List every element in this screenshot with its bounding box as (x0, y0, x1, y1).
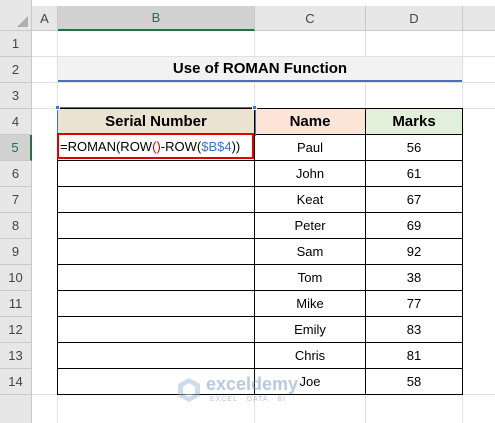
marks-cell[interactable]: 77 (366, 291, 463, 317)
sheet-title[interactable]: Use of ROMAN Function (58, 57, 462, 82)
row-header-5[interactable]: 5 (0, 135, 32, 161)
serial-cell[interactable] (58, 291, 255, 317)
marks-cell[interactable]: 67 (366, 187, 463, 213)
column-header-blank[interactable] (463, 6, 495, 31)
name-cell[interactable]: Sam (255, 239, 366, 265)
name-cell[interactable]: Peter (255, 213, 366, 239)
marks-cell[interactable]: 58 (366, 369, 463, 395)
header-marks[interactable]: Marks (366, 109, 463, 135)
formula-middle: -ROW( (160, 138, 202, 154)
column-header-b[interactable]: B (58, 6, 255, 31)
watermark-tagline: EXCEL · DATA · BI (210, 396, 286, 403)
watermark-name: exceldemy (206, 374, 299, 394)
marks-cell[interactable]: 61 (366, 161, 463, 187)
select-all-triangle-icon (17, 16, 28, 27)
serial-cell[interactable] (58, 265, 255, 291)
name-cell[interactable]: Keat (255, 187, 366, 213)
row-header-2[interactable]: 2 (0, 57, 32, 83)
serial-cell[interactable] (58, 187, 255, 213)
exceldemy-logo-icon (178, 378, 200, 402)
row-header-11[interactable]: 11 (0, 291, 32, 317)
formula-prefix: =ROMAN(ROW (60, 138, 153, 154)
marks-cell[interactable]: 83 (366, 317, 463, 343)
serial-cell[interactable] (58, 343, 255, 369)
serial-cell[interactable] (58, 317, 255, 343)
name-cell[interactable]: Mike (255, 291, 366, 317)
name-cell[interactable]: Paul (255, 135, 366, 161)
row-header-9[interactable]: 9 (0, 239, 32, 265)
serial-cell[interactable] (58, 161, 255, 187)
row-header-14[interactable]: 14 (0, 369, 32, 395)
row-header-10[interactable]: 10 (0, 265, 32, 291)
name-cell[interactable]: John (255, 161, 366, 187)
marks-cell[interactable]: 92 (366, 239, 463, 265)
row-header-3[interactable]: 3 (0, 83, 32, 109)
column-header-d[interactable]: D (366, 6, 463, 31)
formula-reference: $B$4 (201, 138, 232, 154)
marks-cell[interactable]: 69 (366, 213, 463, 239)
gridline-h (32, 82, 495, 83)
selection-outline (57, 107, 256, 136)
row-header-6[interactable]: 6 (0, 161, 32, 187)
name-cell[interactable]: Chris (255, 343, 366, 369)
row-header-7[interactable]: 7 (0, 187, 32, 213)
row-header-12[interactable]: 12 (0, 317, 32, 343)
row-header-8[interactable]: 8 (0, 213, 32, 239)
row-header-13[interactable]: 13 (0, 343, 32, 369)
row-header-4[interactable]: 4 (0, 109, 32, 135)
selection-handle[interactable] (252, 105, 257, 110)
marks-cell[interactable]: 56 (366, 135, 463, 161)
formula-suffix: )) (231, 138, 241, 154)
formula-input-b5[interactable]: =ROMAN(ROW() -ROW($B$4)) (57, 133, 254, 159)
row-header-blank[interactable] (0, 395, 32, 423)
marks-cell[interactable]: 81 (366, 343, 463, 369)
serial-cell[interactable] (58, 239, 255, 265)
name-cell[interactable]: Tom (255, 265, 366, 291)
serial-cell[interactable] (58, 213, 255, 239)
header-name[interactable]: Name (255, 109, 366, 135)
name-cell[interactable]: Emily (255, 317, 366, 343)
selection-handle[interactable] (55, 105, 60, 110)
column-header-c[interactable]: C (255, 6, 366, 31)
column-header-a[interactable]: A (32, 6, 58, 31)
marks-cell[interactable]: 38 (366, 265, 463, 291)
row-header-1[interactable]: 1 (0, 31, 32, 57)
